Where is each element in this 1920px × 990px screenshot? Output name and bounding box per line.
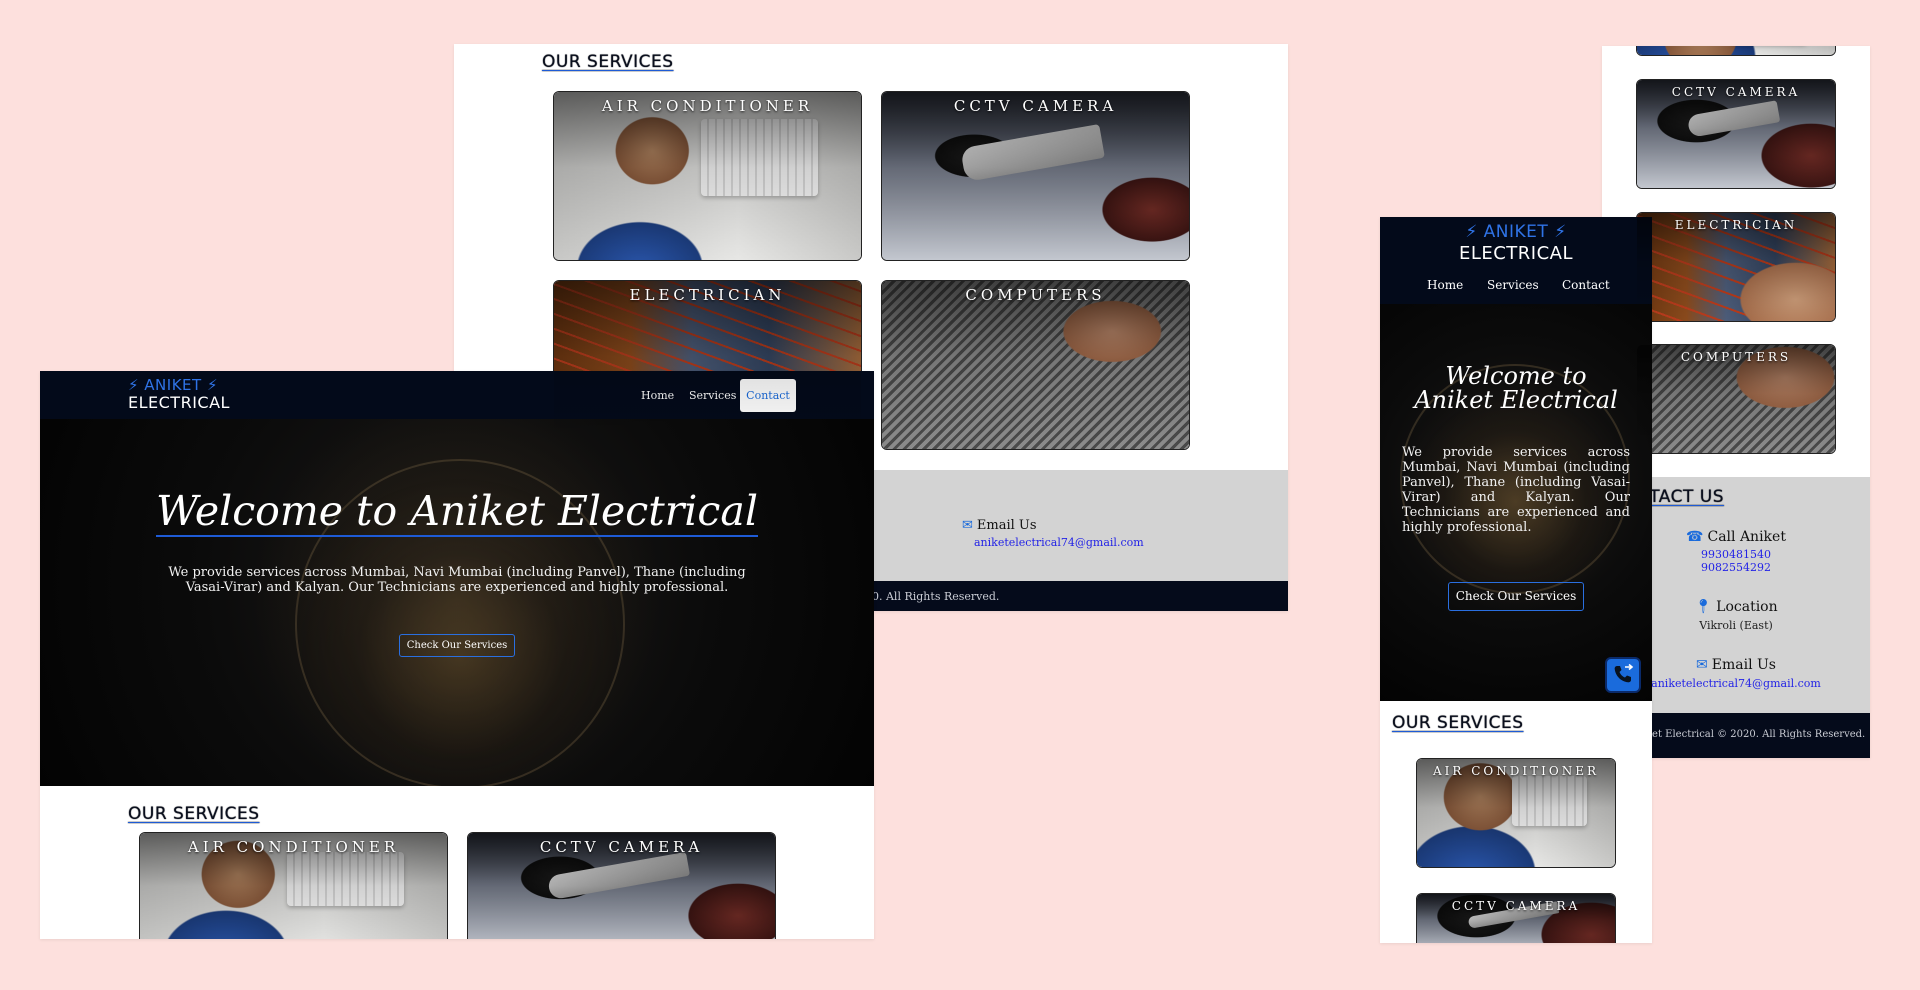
service-card-title: AIR CONDITIONER (1432, 764, 1599, 778)
footer-text: ket Electrical © 2020. All Rights Reserv… (1646, 729, 1866, 740)
email-link[interactable]: aniketelectrical74@gmail.com (1616, 677, 1856, 690)
brand-logo-top[interactable]: ⚡ ANIKET ⚡ (1380, 222, 1652, 242)
nav-services[interactable]: Services (1487, 278, 1539, 292)
hero-description: We provide services across Mumbai, Navi … (168, 565, 746, 595)
brand-logo-bottom[interactable]: ELECTRICAL (1380, 243, 1652, 264)
brand-logo-bottom[interactable]: ELECTRICAL (128, 393, 230, 412)
services-title: OUR SERVICES (1392, 713, 1524, 733)
email-block: ✉ Email Us aniketelectrical74@gmail.com (1616, 657, 1856, 690)
mail-icon: ✉ (962, 518, 973, 533)
service-card-computers[interactable]: COMPUTERS (881, 280, 1190, 450)
electrician-image (554, 281, 861, 449)
location-block: 📍︎ Location Vikroli (East) (1636, 599, 1836, 632)
phone-link-2[interactable]: 9082554292 (1636, 561, 1836, 574)
service-card-electrician[interactable]: ELECTRICIAN (1636, 212, 1836, 322)
hero-title-line1: Welcome to (1445, 362, 1587, 390)
check-services-button[interactable]: Check Our Services (399, 634, 515, 657)
phone-link-1[interactable]: 9930481540 (1636, 548, 1836, 561)
nav-home[interactable]: Home (1427, 278, 1463, 292)
call-fab-button[interactable] (1605, 657, 1641, 693)
check-services-button[interactable]: Check Our Services (1448, 582, 1584, 611)
hero-section: Welcome to Aniket Electrical We provide … (40, 419, 874, 786)
email-heading: ✉ Email Us (962, 518, 1122, 533)
service-card-title: AIR CONDITIONER (601, 97, 814, 115)
services-title: OUR SERVICES (128, 804, 260, 824)
email-heading: ✉ Email Us (1616, 657, 1856, 673)
cctv-camera-image (882, 92, 1189, 260)
hero-description: We provide services across Mumbai, Navi … (1402, 445, 1630, 535)
air-conditioner-image (554, 92, 861, 260)
call-heading: ☎ Call Aniket (1636, 529, 1836, 545)
service-card-air-conditioner[interactable]: AIR CONDITIONER (1416, 758, 1616, 868)
service-card-title: AIR CONDITIONER (187, 838, 400, 856)
service-card-title: CCTV CAMERA (953, 97, 1118, 115)
call-label: Call Aniket (1707, 529, 1786, 545)
service-card-cctv-camera[interactable]: CCTV CAMERA (1636, 79, 1836, 189)
air-conditioner-image (1637, 46, 1835, 55)
hero-section: Welcome to Aniket Electrical We provide … (1380, 304, 1652, 701)
mail-icon: ✉ (1696, 657, 1708, 673)
service-card-cctv-camera[interactable]: CCTV CAMERA (1416, 893, 1616, 943)
service-card-title: CCTV CAMERA (539, 838, 704, 856)
location-value: Vikroli (East) (1699, 619, 1773, 632)
nav-contact[interactable]: Contact (1562, 278, 1610, 292)
screenshot-desktop-hero: Welcome to Aniket Electrical We provide … (40, 371, 874, 939)
service-card-title: COMPUTERS (1680, 350, 1792, 364)
service-card-air-conditioner[interactable]: AIR CONDITIONER (553, 91, 862, 261)
hero-title: Welcome to Aniket Electrical (1380, 364, 1652, 412)
map-pin-icon: 📍︎ (1694, 599, 1713, 615)
service-card-air-conditioner[interactable]: AIR CONDITIONER (139, 832, 448, 939)
phone-icon: ☎ (1686, 529, 1704, 545)
location-label: Location (1716, 599, 1778, 615)
location-heading: 📍︎ Location (1636, 599, 1836, 615)
screenshot-mobile-hero: ⚡ ANIKET ⚡ ELECTRICAL Home Services Cont… (1380, 217, 1652, 943)
service-card-cctv-camera[interactable]: CCTV CAMERA (881, 91, 1190, 261)
phone-forward-icon (1614, 663, 1634, 683)
navbar: ⚡ ANIKET ⚡ ELECTRICAL Home Services Cont… (1380, 217, 1652, 304)
email-label: Email Us (976, 518, 1037, 533)
email-label: Email Us (1711, 657, 1776, 673)
hero-title: Welcome to Aniket Electrical (156, 487, 758, 537)
service-card-title: ELECTRICIAN (629, 286, 786, 304)
brand-logo-top[interactable]: ⚡ ANIKET ⚡ (128, 376, 218, 394)
service-card-title: COMPUTERS (965, 286, 1106, 304)
services-title: OUR SERVICES (542, 52, 674, 72)
service-card-title: CCTV CAMERA (1451, 899, 1581, 913)
service-card-title: ELECTRICIAN (1674, 218, 1798, 232)
service-card-electrician[interactable]: ELECTRICIAN (553, 280, 862, 450)
hero-title-line2: Aniket Electrical (1414, 386, 1618, 414)
service-card-partial[interactable] (1636, 46, 1836, 56)
service-card-computers[interactable]: COMPUTERS (1636, 344, 1836, 454)
service-card-title: CCTV CAMERA (1671, 85, 1801, 99)
computers-image (882, 281, 1189, 449)
email-link[interactable]: aniketelectrical74@gmail.com (974, 536, 1144, 549)
call-block: ☎ Call Aniket 9930481540 9082554292 (1636, 529, 1836, 574)
footer-text: 0. All Rights Reserved. (872, 590, 1000, 603)
email-block: ✉ Email Us aniketelectrical74@gmail.com (962, 518, 1144, 549)
service-card-cctv-camera[interactable]: CCTV CAMERA (467, 832, 776, 939)
